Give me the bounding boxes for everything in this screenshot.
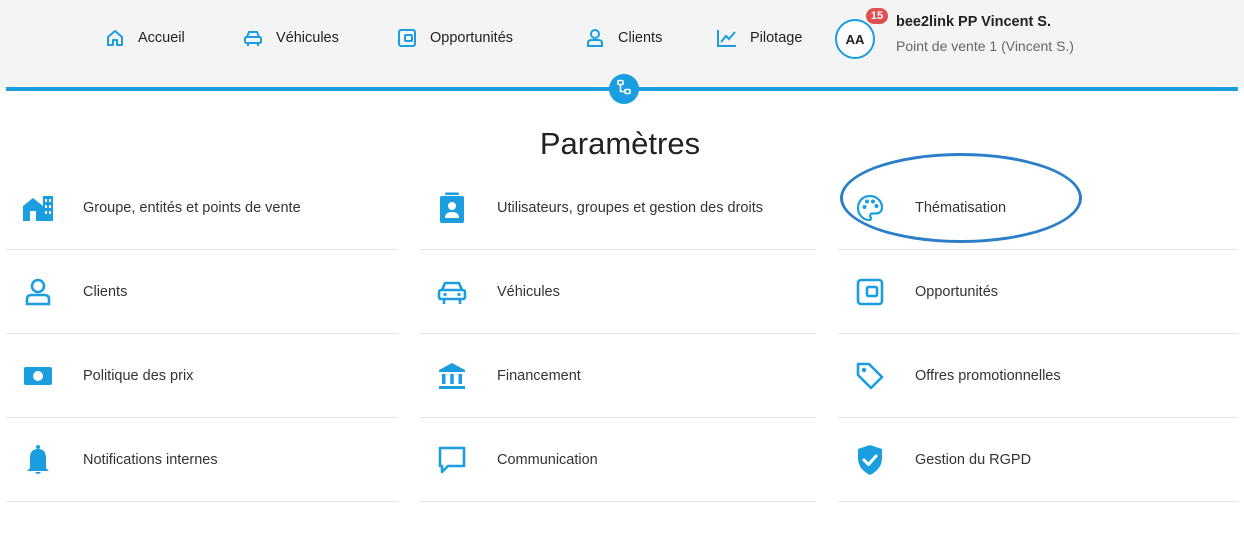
avatar[interactable]: AA [835,19,875,59]
settings-item-label: Gestion du RGPD [915,451,1032,468]
settings-item-notifications[interactable]: Notifications internes [6,418,398,502]
settings-item-financement[interactable]: Financement [420,334,816,418]
nav-item-vehicules[interactable]: Véhicules [242,24,339,52]
building-icon [18,188,58,228]
bank-icon [432,356,472,396]
avatar-initials: AA [845,31,865,47]
nav-item-clients[interactable]: Clients [584,24,662,52]
bell-icon [18,440,58,480]
wallet-icon [850,272,890,312]
settings-item-communication[interactable]: Communication [420,418,816,502]
nav-label: Accueil [138,30,185,46]
settings-item-label: Notifications internes [83,451,218,468]
shield-check-icon [850,440,890,480]
home-icon [104,27,126,49]
settings-item-offres-promo[interactable]: Offres promotionnelles [838,334,1238,418]
nav-label: Pilotage [750,30,803,46]
user-icon [18,272,58,312]
point-of-sale: Point de vente 1 (Vincent S.) [896,38,1074,54]
settings-item-thematisation[interactable]: Thématisation [838,166,1238,250]
settings-item-label: Véhicules [497,283,560,300]
notification-badge[interactable]: 15 [866,8,888,24]
chat-bubble-icon [432,440,472,480]
settings-item-label: Utilisateurs, groupes et gestion des dro… [497,199,763,216]
settings-item-utilisateurs[interactable]: Utilisateurs, groupes et gestion des dro… [420,166,816,250]
settings-item-label: Offres promotionnelles [915,367,1061,384]
settings-item-label: Financement [497,367,581,384]
car-icon [242,27,264,49]
settings-item-label: Thématisation [915,199,1007,216]
settings-item-politique-prix[interactable]: Politique des prix [6,334,398,418]
nav-label: Clients [618,30,663,46]
banknote-icon [18,356,58,396]
palette-icon [850,188,890,228]
settings-item-label: Clients [83,283,128,300]
settings-item-rgpd[interactable]: Gestion du RGPD [838,418,1238,502]
id-badge-icon [432,188,472,228]
settings-item-label: Communication [497,451,598,468]
sitemap-icon [616,79,632,100]
chart-line-icon [716,27,738,49]
wallet-icon [396,27,418,49]
nav-item-pilotage[interactable]: Pilotage [716,24,802,52]
sitemap-toggle-button[interactable] [609,74,639,104]
car-icon [432,272,472,312]
settings-item-opportunites[interactable]: Opportunités [838,250,1238,334]
tag-icon [850,356,890,396]
settings-item-label: Groupe, entités et points de vente [83,199,301,216]
page-title: Paramètres [539,126,701,161]
settings-item-groupe-entites[interactable]: Groupe, entités et points de vente [6,166,398,250]
settings-item-label: Politique des prix [83,367,194,384]
user-icon [584,27,606,49]
settings-item-label: Opportunités [915,283,999,300]
settings-item-clients[interactable]: Clients [6,250,398,334]
nav-label: Véhicules [276,30,339,46]
user-name[interactable]: bee2link PP Vincent S. [896,14,1051,30]
nav-item-accueil[interactable]: Accueil [104,24,185,52]
nav-label: Opportunités [430,30,514,46]
settings-item-vehicules[interactable]: Véhicules [420,250,816,334]
nav-item-opportunites[interactable]: Opportunités [396,24,513,52]
